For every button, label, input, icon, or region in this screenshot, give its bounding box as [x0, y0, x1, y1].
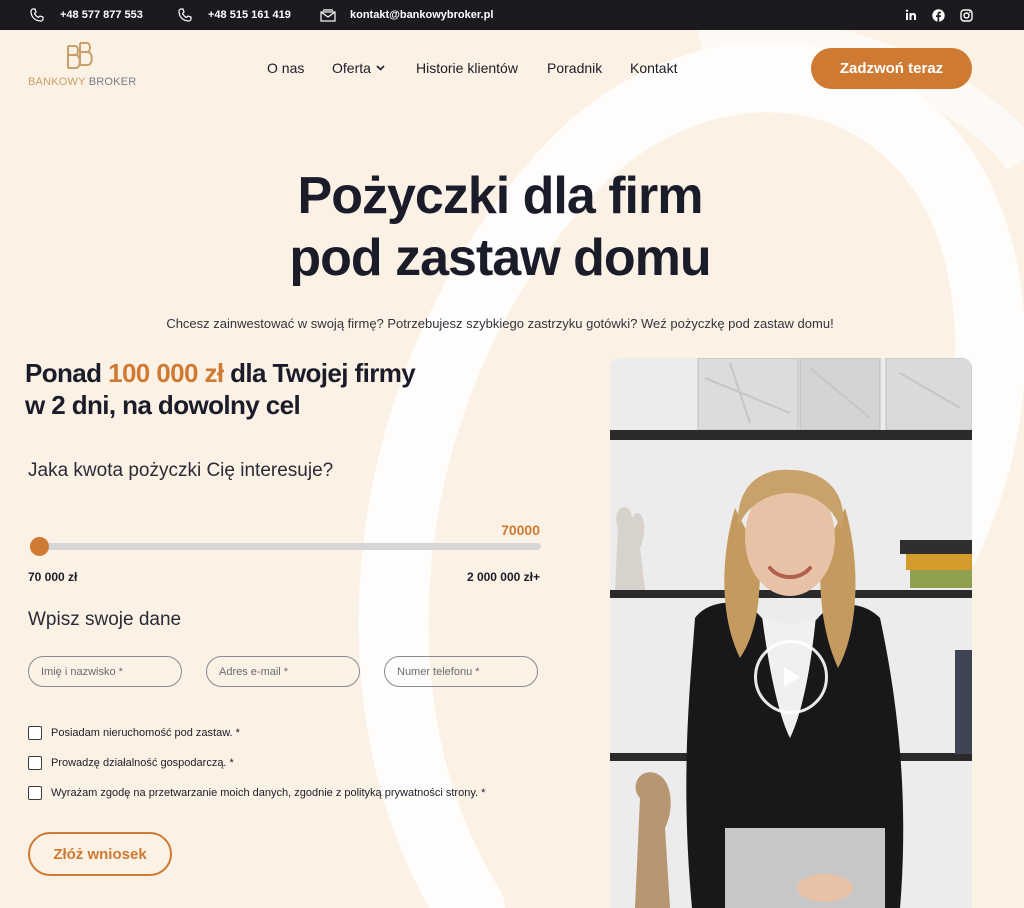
play-button[interactable]: [754, 640, 828, 714]
hero-subtitle: Chcesz zainwestować w swoją firmę? Potrz…: [166, 316, 834, 331]
email-field[interactable]: [206, 656, 360, 687]
facebook-icon[interactable]: [930, 7, 946, 23]
lead-heading: Ponad 100 000 zł dla Twojej firmy w 2 dn…: [25, 357, 416, 421]
slider-max-label: 2 000 000 zł+: [466, 570, 540, 584]
phone-icon: [30, 8, 44, 22]
email-link[interactable]: kontakt@bankowybroker.pl: [320, 0, 493, 30]
chevron-down-icon: [376, 65, 385, 71]
nav-label: Historie klientów: [416, 60, 518, 76]
nav-label: Oferta: [332, 60, 371, 76]
nav-item-historie-klientow[interactable]: Historie klientów: [416, 60, 518, 76]
phone-field[interactable]: [384, 656, 538, 687]
amount-slider-track[interactable]: [32, 543, 541, 550]
checkbox-business[interactable]: Prowadzę działalność gospodarczą. *: [28, 756, 234, 770]
video-player[interactable]: [610, 358, 972, 908]
nav-label: Kontakt: [630, 60, 678, 76]
phone-1-text: +48 577 877 553: [60, 9, 143, 21]
nav-label: Poradnik: [547, 60, 603, 76]
lead-line2: w 2 dni, na dowolny cel: [25, 390, 301, 420]
checkbox-label: Posiadam nieruchomość pod zastaw. *: [51, 727, 240, 739]
slider-value: 70000: [501, 522, 540, 538]
phone-1-link[interactable]: +48 577 877 553: [30, 0, 143, 30]
checkbox-consent[interactable]: Wyrażam zgodę na przetwarzanie moich dan…: [28, 786, 485, 800]
nav-item-poradnik[interactable]: Poradnik: [547, 60, 602, 76]
phone-2-text: +48 515 161 419: [208, 9, 291, 21]
lead-amount: 100 000 zł: [108, 358, 224, 388]
logo-text-part2: BROKER: [88, 76, 137, 88]
instagram-icon[interactable]: [958, 7, 974, 23]
page-title-line1: Pożyczki dla firm: [297, 167, 704, 225]
logo-text-part1: BANKOWY: [28, 76, 86, 88]
checkbox-property[interactable]: Posiadam nieruchomość pod zastaw. *: [28, 726, 240, 740]
amount-question: Jaka kwota pożyczki Cię interesuje?: [28, 460, 334, 481]
logo-mark-icon: [67, 42, 93, 69]
logo-text: BANKOWY BROKER: [28, 76, 136, 88]
slider-min-label: 70 000 zł: [28, 570, 78, 584]
nav-label: O nas: [267, 60, 305, 76]
checkbox-box[interactable]: [28, 726, 42, 740]
checkbox-box[interactable]: [28, 756, 42, 770]
nav-item-oferta[interactable]: Oferta: [332, 60, 385, 76]
logo[interactable]: BANKOWY BROKER: [28, 42, 138, 90]
linkedin-icon[interactable]: [903, 7, 919, 23]
submit-application-button[interactable]: Złóż wniosek: [28, 832, 172, 876]
amount-slider-thumb[interactable]: [30, 537, 49, 556]
checkbox-label: Prowadzę działalność gospodarczą. *: [51, 757, 234, 769]
lead-suffix: dla Twojej firmy: [223, 358, 416, 388]
data-heading: Wpisz swoje dane: [28, 609, 182, 630]
page-title: Pożyczki dla firm pod zastaw domu: [0, 165, 1000, 289]
checkbox-box[interactable]: [28, 786, 42, 800]
page-title-line2: pod zastaw domu: [289, 229, 711, 287]
email-text: kontakt@bankowybroker.pl: [350, 9, 494, 21]
phone-2-link[interactable]: +48 515 161 419: [178, 0, 291, 30]
lead-prefix: Ponad: [25, 358, 109, 388]
nav-item-o-nas[interactable]: O nas: [267, 60, 304, 76]
advisor-video-thumbnail: [610, 358, 972, 908]
nav-item-kontakt[interactable]: Kontakt: [630, 60, 677, 76]
name-field[interactable]: [28, 656, 182, 687]
mail-icon: [320, 8, 336, 22]
play-icon: [784, 667, 800, 687]
top-bar: +48 577 877 553 +48 515 161 419 kontakt@…: [0, 0, 1024, 30]
checkbox-label: Wyrażam zgodę na przetwarzanie moich dan…: [51, 787, 486, 799]
call-now-button[interactable]: Zadzwoń teraz: [811, 48, 972, 89]
phone-icon: [178, 8, 192, 22]
